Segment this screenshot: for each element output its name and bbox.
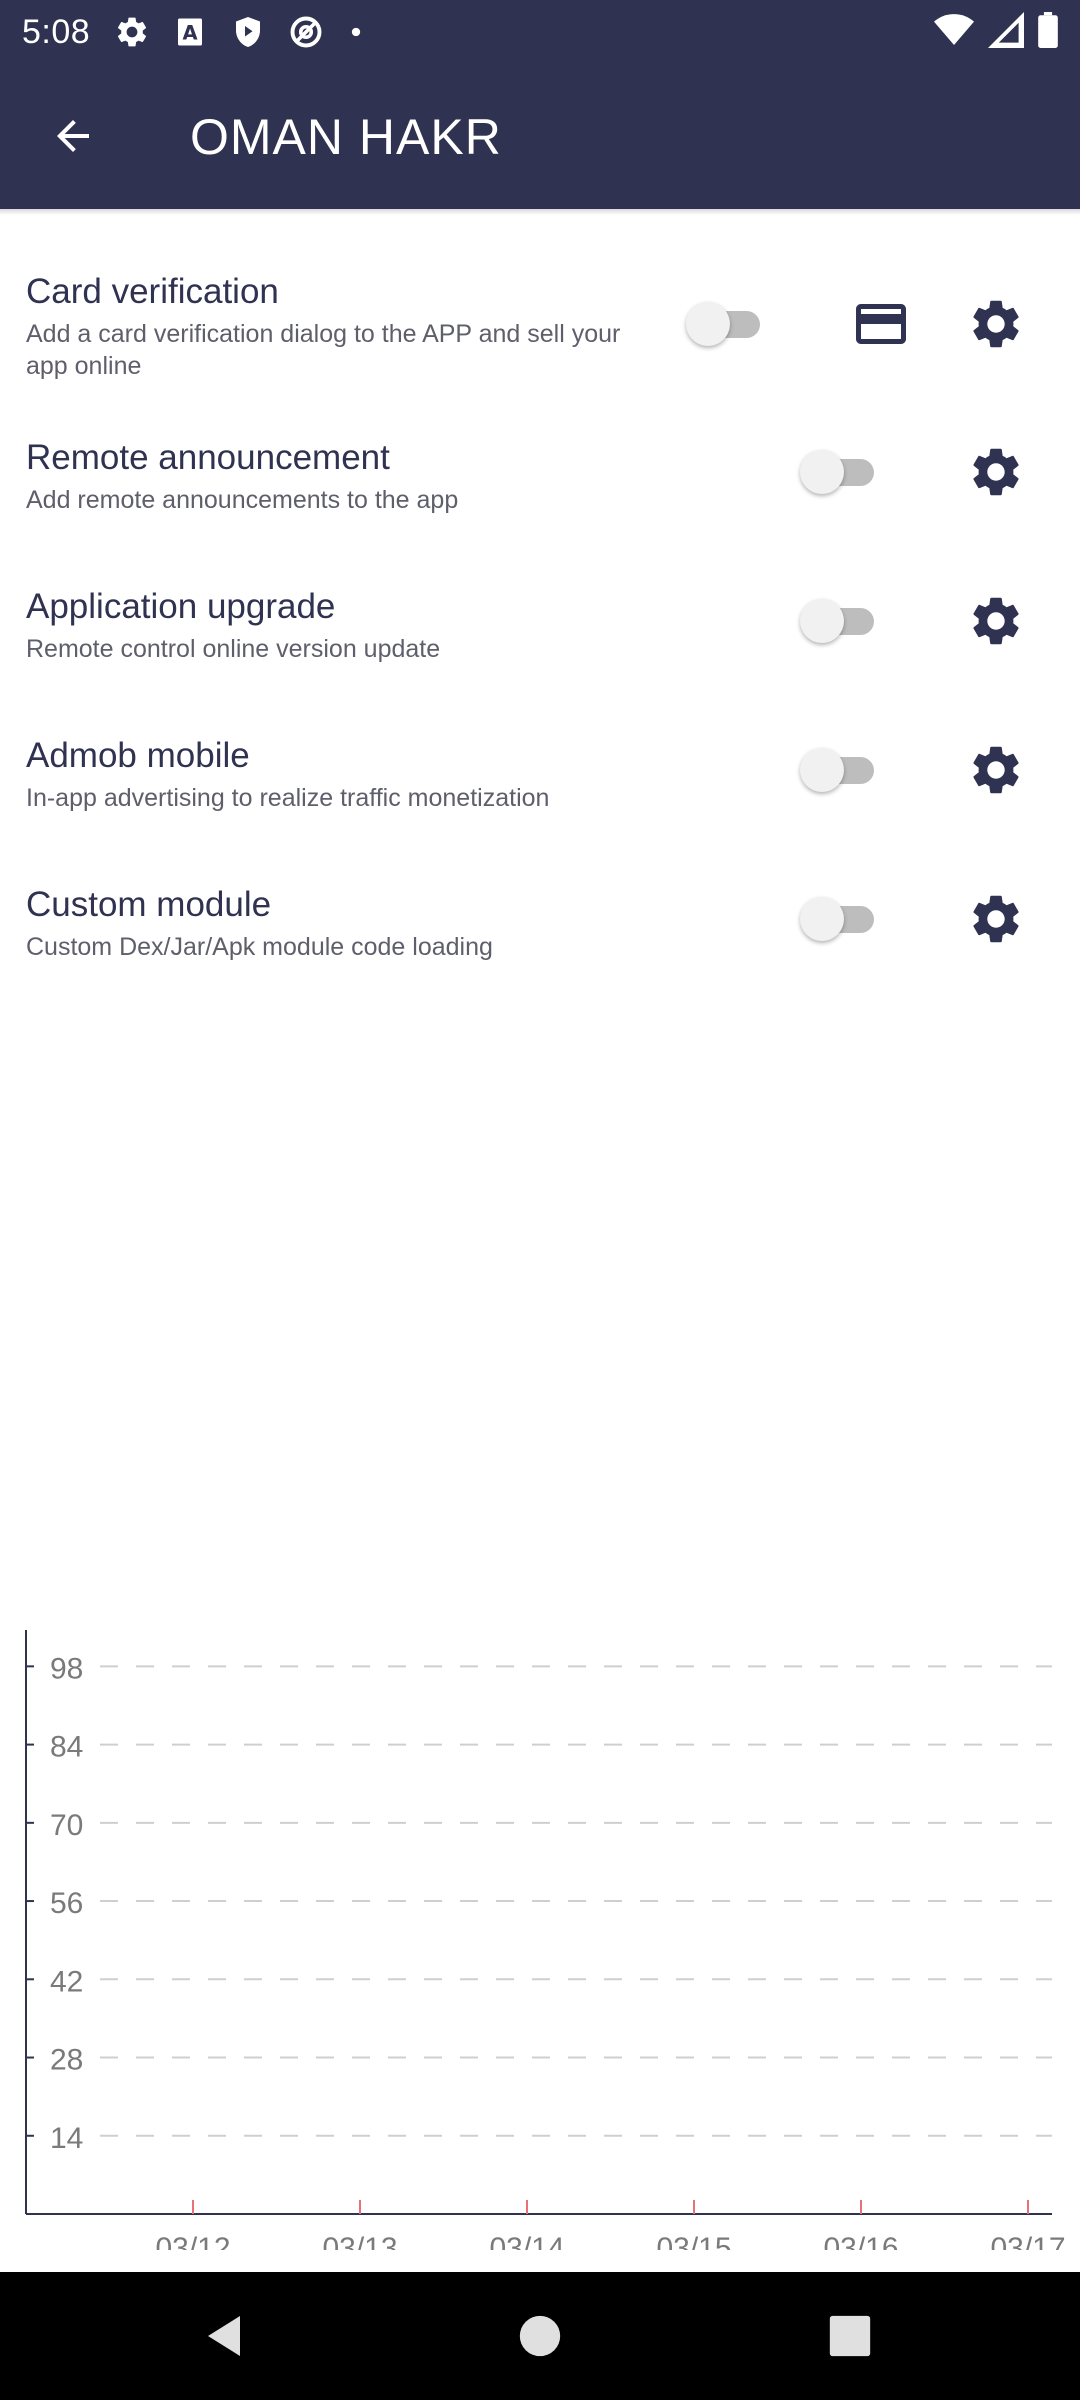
x-tick-label: 03/14 — [489, 2232, 564, 2250]
module-row-card-verification[interactable]: Card verification Add a card verificatio… — [0, 260, 1080, 400]
module-subtitle: In-app advertising to realize traffic mo… — [26, 784, 550, 812]
toolbar: OMAN HAKR — [0, 64, 1080, 209]
at-sync-icon — [288, 14, 324, 50]
card-button[interactable] — [849, 292, 913, 356]
card-verification-settings-button[interactable] — [964, 292, 1028, 356]
appbar-shadow — [0, 209, 1080, 215]
switch-thumb — [800, 599, 844, 643]
y-tick-label: 14 — [50, 2122, 83, 2155]
x-tick-label: 03/12 — [155, 2232, 230, 2250]
module-row-application-upgrade[interactable]: Application upgrade Remote control onlin… — [0, 575, 1080, 715]
back-triangle-icon — [208, 2316, 240, 2356]
home-circle-icon — [519, 2315, 561, 2357]
credit-card-icon — [856, 304, 906, 344]
module-subtitle: Add a card verification dialog to the AP… — [26, 320, 621, 380]
status-bar: 5:08 A — [0, 0, 1080, 64]
y-tick-label: 98 — [50, 1652, 83, 1685]
dot-icon — [346, 22, 366, 42]
font-a-icon: A — [172, 14, 208, 50]
module-row-remote-announcement[interactable]: Remote announcement Add remote announcem… — [0, 426, 1080, 566]
module-title: Application upgrade — [26, 587, 336, 626]
status-time: 5:08 — [22, 12, 91, 51]
remote-announcement-switch[interactable] — [800, 442, 884, 502]
navigation-bar — [0, 2272, 1080, 2400]
nav-home-button[interactable] — [510, 2306, 570, 2366]
application-upgrade-switch[interactable] — [800, 591, 884, 651]
gear-icon — [973, 448, 1019, 496]
y-tick-label: 70 — [50, 1809, 83, 1842]
battery-icon — [1038, 12, 1058, 48]
switch-thumb — [800, 897, 844, 941]
settings-icon — [114, 14, 150, 50]
module-title: Card verification — [26, 272, 279, 311]
chart-svg: 14 28 42 56 70 84 98 03/12 03/13 03/14 03/15 03/16 0… — [25, 1630, 1066, 2265]
nav-back-button[interactable] — [196, 2306, 256, 2366]
custom-module-switch[interactable] — [800, 889, 884, 949]
y-tick-label: 28 — [50, 2044, 83, 2077]
module-subtitle: Add remote announcements to the app — [26, 486, 459, 514]
signal-icon — [988, 12, 1024, 48]
module-subtitle: Remote control online version update — [26, 635, 441, 663]
module-title: Custom module — [26, 885, 272, 924]
app-bar: 5:08 A OMAN HAKR — [0, 0, 1080, 209]
x-tick-label: 03/16 — [823, 2232, 898, 2250]
switch-thumb — [800, 748, 844, 792]
admob-mobile-switch[interactable] — [800, 740, 884, 800]
remote-announcement-settings-button[interactable] — [964, 440, 1028, 504]
module-row-admob-mobile[interactable]: Admob mobile In-app advertising to reali… — [0, 724, 1080, 864]
card-verification-switch[interactable] — [686, 294, 770, 354]
wifi-icon — [934, 12, 974, 48]
gear-icon — [973, 895, 1019, 943]
module-title: Admob mobile — [26, 736, 250, 775]
custom-module-settings-button[interactable] — [964, 887, 1028, 951]
y-tick-label: 56 — [50, 1887, 83, 1920]
switch-thumb — [686, 302, 730, 346]
nav-recents-button[interactable] — [820, 2306, 880, 2366]
y-tick-label: 84 — [50, 1731, 83, 1764]
module-subtitle: Custom Dex/Jar/Apk module code loading — [26, 933, 493, 961]
x-tick-label: 03/13 — [322, 2232, 397, 2250]
recents-square-icon — [829, 2315, 871, 2357]
switch-thumb — [800, 450, 844, 494]
gear-icon — [973, 597, 1019, 645]
page-title: OMAN HAKR — [190, 109, 502, 165]
gear-icon — [973, 746, 1019, 794]
svg-text:A: A — [183, 22, 198, 45]
y-tick-label: 42 — [50, 1965, 83, 1998]
traffic-chart: 14 28 42 56 70 84 98 03/12 03/13 03/14 03/15 03/16 0… — [0, 1630, 1080, 2265]
admob-mobile-settings-button[interactable] — [964, 738, 1028, 802]
back-button[interactable] — [38, 101, 108, 171]
x-tick-label: 03/15 — [656, 2232, 731, 2250]
shield-play-icon — [230, 14, 266, 50]
arrow-left-icon — [57, 120, 89, 152]
module-title: Remote announcement — [26, 438, 390, 477]
gear-icon — [973, 300, 1019, 348]
x-tick-label: 03/17 — [990, 2232, 1065, 2250]
application-upgrade-settings-button[interactable] — [964, 589, 1028, 653]
module-row-custom-module[interactable]: Custom module Custom Dex/Jar/Apk module … — [0, 873, 1080, 1013]
